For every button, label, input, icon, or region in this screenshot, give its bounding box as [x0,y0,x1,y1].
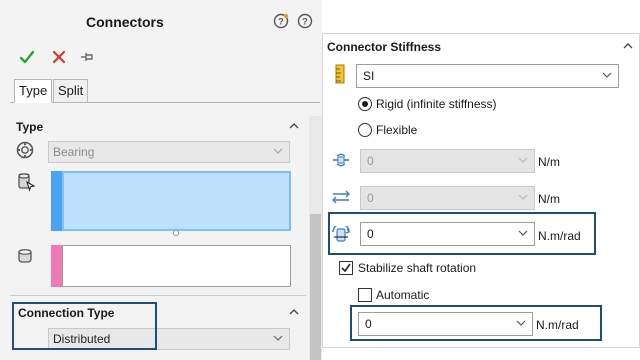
stabilize-checkbox[interactable] [339,261,353,275]
stabilize-label: Stabilize shaft rotation [358,261,477,275]
lateral-stiffness-input[interactable]: 0 [360,186,535,210]
chevron-down-icon [518,192,528,202]
chevron-down-icon [602,70,612,80]
cylinder-select-icon [16,247,34,265]
lateral-unit: N/m [538,192,560,206]
second-list-color-bar [51,245,62,287]
panel-scrollbar-thumb[interactable] [310,214,321,360]
pin-icon[interactable] [76,46,98,68]
svg-text:?: ? [278,17,284,27]
connection-collapse-icon[interactable] [288,306,302,320]
chevron-down-icon [273,333,283,343]
flexible-label: Flexible [376,123,418,137]
shaft-highlight [350,305,602,341]
chevron-down-icon [273,146,283,156]
face-selection-list[interactable] [62,171,291,231]
unit-system-value: SI [363,69,375,83]
automatic-checkbox[interactable] [358,288,372,302]
axial-stiffness-icon [332,153,350,167]
axial-unit: N/m [538,155,560,169]
rotational-highlight [328,212,596,255]
type-section-header: Type [16,120,44,134]
chevron-down-icon [518,155,528,165]
tab-split[interactable]: Split [53,79,89,103]
rigid-radio[interactable] [358,97,372,111]
unit-system-select[interactable]: SI [356,64,619,88]
connection-type-highlight [12,302,157,350]
axial-stiffness-value: 0 [367,154,374,168]
help-feature-icon[interactable]: ? [272,12,290,30]
stiffness-header: Connector Stiffness [327,40,442,54]
face-select-icon [16,172,36,192]
second-selection-list[interactable] [62,245,291,287]
rigid-label: Rigid (infinite stiffness) [376,97,497,111]
section-divider [10,295,306,296]
flexible-radio[interactable] [358,123,372,137]
face-list-color-bar [51,171,62,231]
type-collapse-icon[interactable] [288,120,302,134]
connector-type-select[interactable]: Bearing [48,141,290,163]
lateral-stiffness-icon [332,190,350,204]
svg-text:?: ? [302,17,308,27]
resize-handle[interactable] [173,230,179,236]
automatic-label: Automatic [376,288,430,302]
bearing-icon [16,141,34,159]
unit-ruler-icon [333,64,347,84]
tab-type[interactable]: Type [14,79,53,103]
connector-type-value: Bearing [53,145,95,159]
help-icon[interactable]: ? [296,12,314,30]
cancel-x-icon[interactable] [48,46,70,68]
axial-stiffness-input[interactable]: 0 [360,149,535,173]
lateral-stiffness-value: 0 [367,191,374,205]
ok-check-icon[interactable] [16,46,38,68]
stiffness-collapse-icon[interactable] [622,40,636,54]
panel-title: Connectors [86,14,164,30]
